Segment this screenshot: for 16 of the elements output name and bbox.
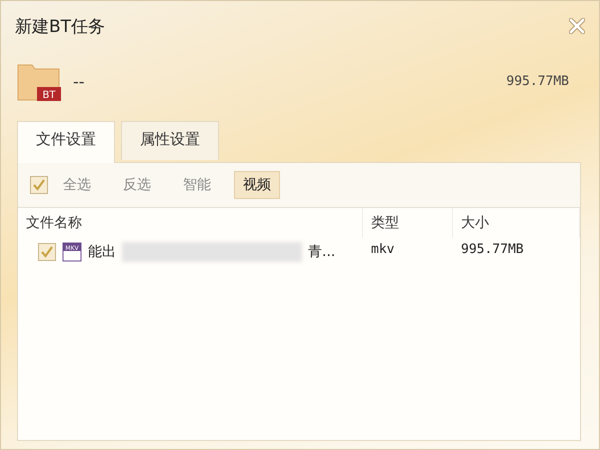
- torrent-name: --: [73, 72, 86, 90]
- column-header[interactable]: 文件名称: [18, 208, 363, 238]
- column-header[interactable]: 类型: [363, 208, 453, 238]
- total-size: 995.77MB: [506, 74, 569, 88]
- filter-button[interactable]: 视频: [234, 171, 280, 199]
- file-name-end: 青...: [308, 243, 336, 261]
- file-checkbox[interactable]: [38, 243, 56, 261]
- tab[interactable]: 文件设置: [17, 121, 115, 163]
- file-size: 995.77MB: [460, 241, 525, 259]
- column-header[interactable]: 大小: [453, 208, 580, 238]
- close-icon[interactable]: [569, 18, 585, 34]
- window-title: 新建BT任务: [15, 16, 106, 38]
- tab[interactable]: 属性设置: [121, 121, 219, 160]
- select-all-checkbox[interactable]: [30, 176, 48, 194]
- file-type: mkv: [370, 241, 396, 259]
- file-name: 能出: [88, 243, 116, 261]
